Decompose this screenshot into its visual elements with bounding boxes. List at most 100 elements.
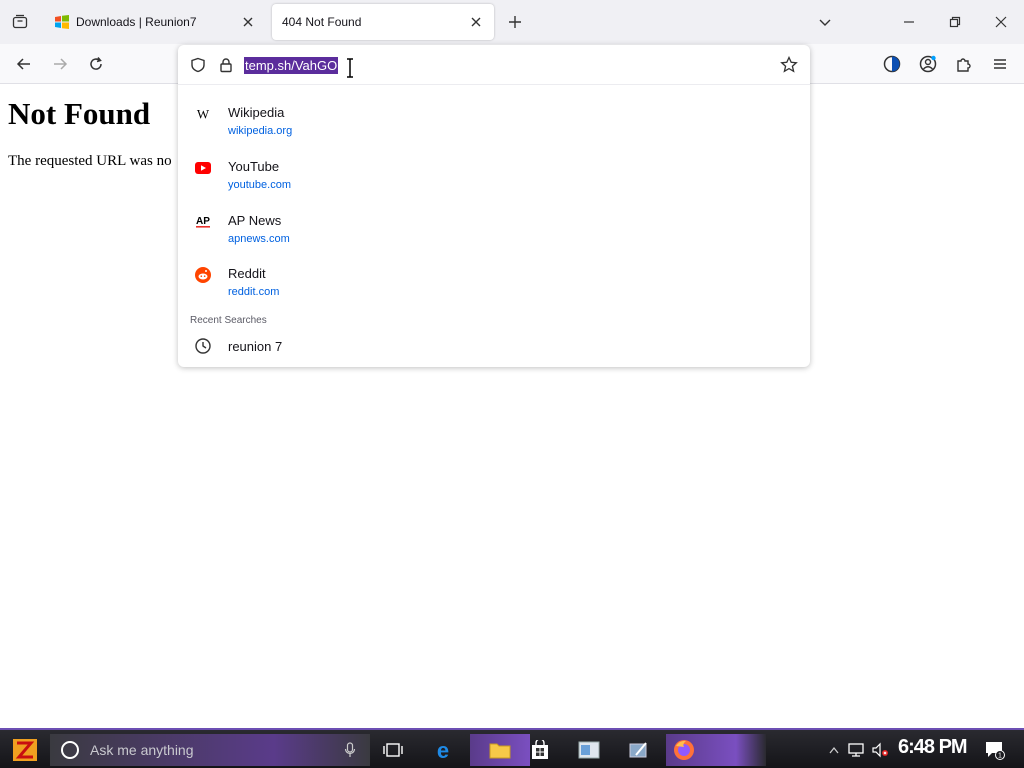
tab-strip: Downloads | Reunion7 404 Not Found	[0, 0, 1024, 44]
list-all-tabs-button[interactable]	[813, 10, 837, 34]
app-button-2[interactable]	[624, 734, 654, 766]
suggestion-youtube[interactable]: YouTube youtube.com	[178, 153, 810, 205]
reddit-icon	[194, 266, 212, 284]
windows-logo-icon	[55, 15, 69, 29]
suggestion-wikipedia[interactable]: W Wikipedia wikipedia.org	[178, 99, 810, 151]
tab-close-button[interactable]	[240, 14, 256, 30]
restore-button[interactable]	[932, 0, 978, 44]
recent-searches-header: Recent Searches	[190, 315, 267, 326]
error-message: The requested URL was no	[8, 153, 172, 169]
recent-search-item[interactable]: reunion 7	[178, 333, 810, 359]
plus-icon	[509, 16, 521, 28]
start-icon	[13, 739, 37, 761]
reload-icon	[90, 57, 102, 70]
bookmark-star-icon[interactable]	[780, 56, 798, 74]
suggestion-title: Reddit	[228, 266, 266, 281]
page-title: Not Found	[8, 96, 151, 131]
microphone-icon[interactable]	[344, 742, 356, 758]
url-input[interactable]: temp.sh/VahGO	[244, 57, 339, 74]
restore-icon	[949, 16, 961, 28]
minimize-button[interactable]	[886, 0, 932, 44]
tab-downloads[interactable]: Downloads | Reunion7	[44, 4, 266, 40]
file-explorer-button[interactable]	[470, 734, 530, 766]
tool-app-icon	[629, 742, 647, 758]
youtube-icon	[194, 159, 212, 177]
volume-muted-icon	[872, 742, 888, 758]
new-tab-button[interactable]	[503, 10, 527, 34]
tab-list-button[interactable]	[0, 0, 40, 44]
account-button[interactable]	[914, 50, 942, 78]
suggestion-reddit[interactable]: Reddit reddit.com	[178, 260, 810, 312]
shield-icon	[191, 57, 205, 73]
volume-button[interactable]	[870, 734, 890, 766]
task-view-icon	[383, 743, 403, 757]
chevron-down-icon	[819, 19, 831, 26]
tracking-protection-button[interactable]	[189, 56, 207, 74]
taskbar: Ask me anything e 6:48 PM 1	[0, 728, 1024, 768]
wikipedia-icon: W	[194, 105, 212, 123]
network-button[interactable]	[846, 734, 866, 766]
start-button[interactable]	[6, 734, 44, 766]
close-icon	[995, 16, 1007, 28]
window-close-button[interactable]	[978, 0, 1024, 44]
svg-text:AP: AP	[196, 216, 210, 227]
edge-icon: e	[437, 739, 449, 761]
arrow-right-icon	[54, 58, 68, 70]
cortana-icon	[61, 741, 79, 759]
firefox-button[interactable]	[666, 734, 766, 766]
suggestion-title: YouTube	[228, 159, 280, 174]
puzzle-icon	[957, 58, 971, 72]
url-dropdown: temp.sh/VahGO W Wikipedia wikipedia.org …	[178, 45, 810, 367]
network-icon	[848, 743, 864, 757]
tab-list-icon	[12, 14, 28, 29]
suggestion-url: apnews.com	[228, 233, 290, 245]
app-button[interactable]	[574, 734, 604, 766]
clock-icon	[195, 338, 211, 354]
svg-text:W: W	[197, 107, 210, 122]
taskbar-search[interactable]: Ask me anything	[50, 734, 370, 766]
task-view-button[interactable]	[378, 734, 408, 766]
chevron-up-icon	[829, 746, 839, 754]
lock-icon	[220, 58, 232, 73]
minimize-icon	[904, 21, 914, 23]
folder-icon	[489, 743, 511, 759]
tab-close-button[interactable]	[468, 14, 484, 30]
tab-title: 404 Not Found	[282, 15, 362, 29]
hamburger-menu-icon	[994, 59, 1006, 69]
tab-title: Downloads | Reunion7	[76, 15, 197, 29]
show-hidden-icons-button[interactable]	[826, 734, 842, 766]
firefox-view-button[interactable]	[878, 50, 906, 78]
url-bar[interactable]: temp.sh/VahGO	[178, 45, 810, 85]
forward-button[interactable]	[46, 50, 74, 78]
suggestion-url: reddit.com	[228, 286, 280, 298]
suggestion-title: Wikipedia	[228, 105, 285, 120]
apnews-icon: AP	[194, 213, 212, 231]
action-center-button[interactable]: 1	[980, 734, 1010, 766]
firefox-icon	[674, 740, 694, 760]
store-icon	[532, 740, 548, 759]
close-icon	[471, 17, 481, 27]
arrow-left-icon	[16, 58, 30, 70]
suggestion-apnews[interactable]: AP AP News apnews.com	[178, 207, 810, 259]
edge-button[interactable]: e	[426, 734, 460, 766]
app-menu-button[interactable]	[986, 50, 1014, 78]
window-app-icon	[578, 741, 600, 759]
taskbar-clock[interactable]: 6:48 PM	[898, 736, 968, 759]
site-security-button[interactable]	[217, 56, 235, 74]
notification-count: 1	[998, 753, 1002, 760]
extensions-button[interactable]	[950, 50, 978, 78]
close-icon	[243, 17, 253, 27]
store-button[interactable]	[524, 734, 556, 766]
suggestion-title: AP News	[228, 213, 282, 228]
tab-404[interactable]: 404 Not Found	[272, 4, 494, 40]
suggestion-url: youtube.com	[228, 179, 291, 191]
search-placeholder: Ask me anything	[90, 742, 194, 758]
notification-icon: 1	[986, 742, 1005, 760]
back-button[interactable]	[10, 50, 38, 78]
suggestion-url: wikipedia.org	[228, 125, 293, 137]
recent-search-text: reunion 7	[228, 339, 283, 354]
reload-button[interactable]	[82, 50, 110, 78]
text-cursor-icon	[347, 58, 353, 78]
firefox-view-icon	[883, 55, 901, 73]
account-icon	[919, 55, 937, 73]
